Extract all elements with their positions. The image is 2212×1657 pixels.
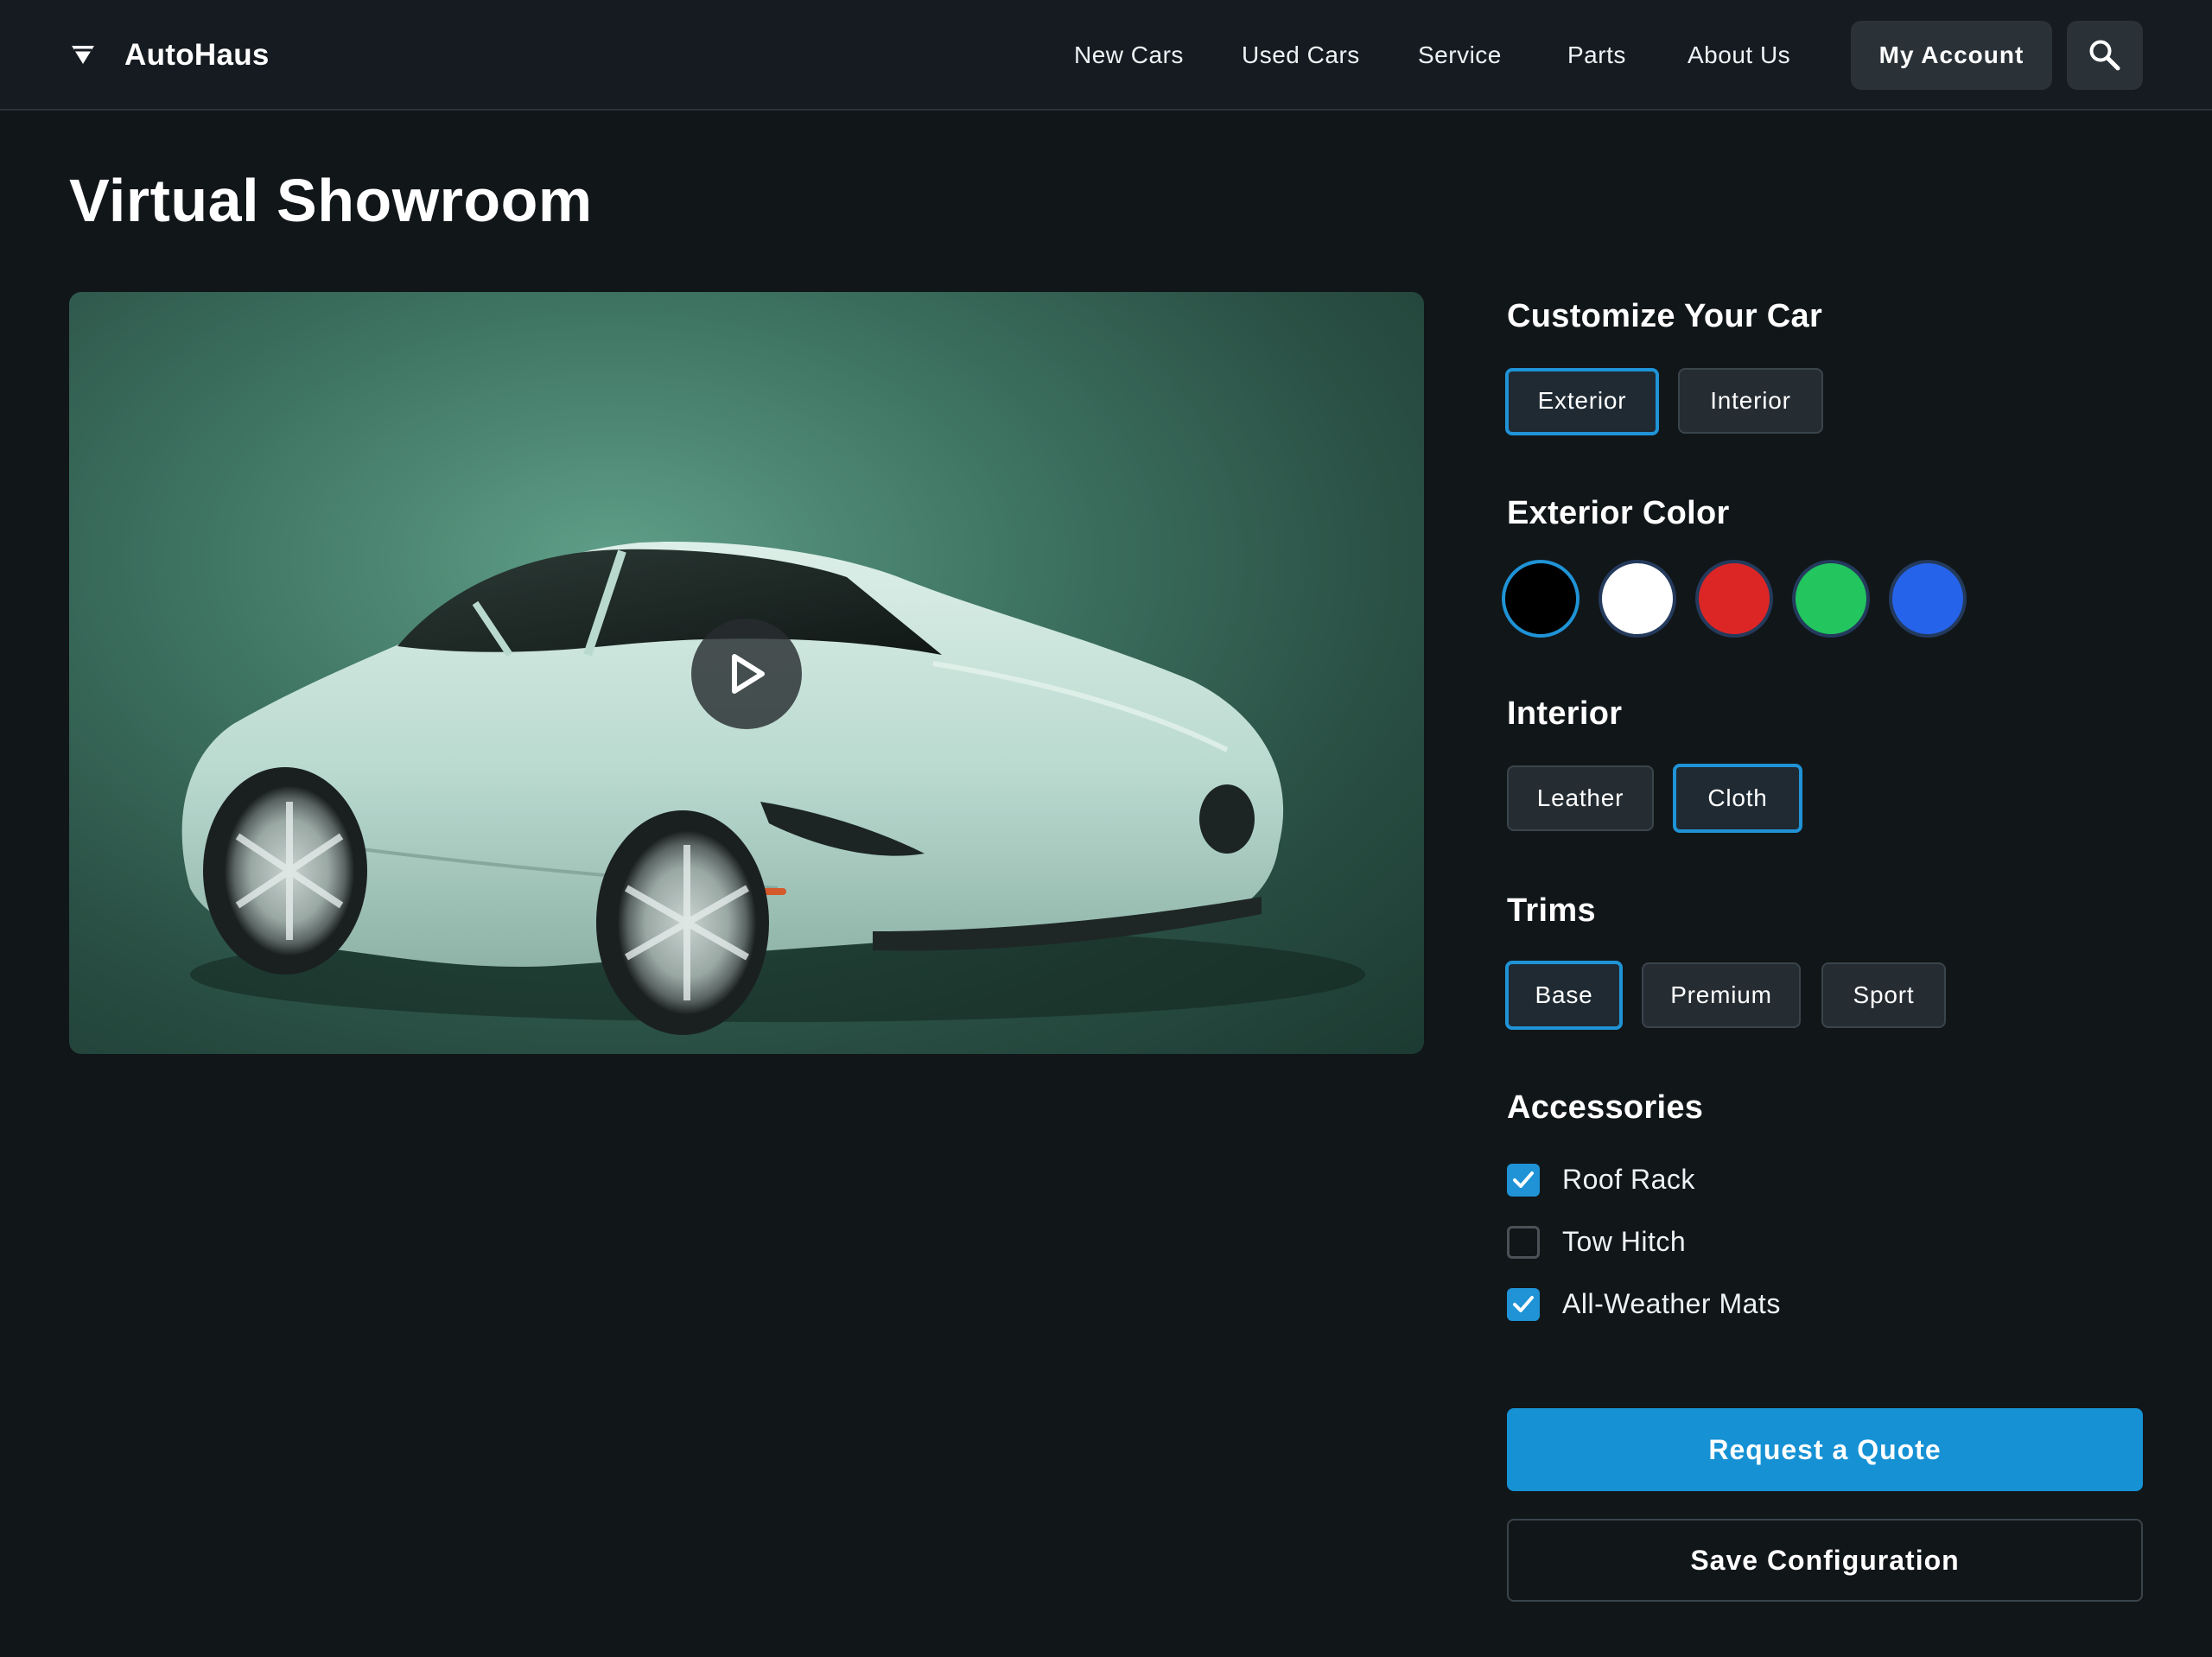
interior-cloth-option[interactable]: Cloth (1673, 764, 1802, 833)
nav-about-us[interactable]: About Us (1688, 35, 1790, 76)
swatch-white[interactable] (1599, 560, 1676, 638)
swatch-green[interactable] (1792, 560, 1870, 638)
swatch-blue[interactable] (1889, 560, 1967, 638)
nav-service[interactable]: Service (1418, 35, 1502, 76)
interior-leather-option[interactable]: Leather (1507, 765, 1654, 831)
trim-sport-option[interactable]: Sport (1821, 962, 1946, 1028)
request-quote-button[interactable]: Request a Quote (1507, 1408, 2143, 1491)
trim-premium-option[interactable]: Premium (1642, 962, 1801, 1028)
interior-title: Interior (1507, 695, 1623, 732)
top-navbar: AutoHaus New Cars Used Cars Service Part… (0, 0, 2212, 111)
tow-hitch-checkbox[interactable] (1507, 1226, 1540, 1259)
tab-interior[interactable]: Interior (1678, 368, 1823, 434)
tow-hitch-label[interactable]: Tow Hitch (1562, 1222, 1686, 1260)
all-weather-mats-label[interactable]: All-Weather Mats (1562, 1285, 1781, 1323)
brand-name[interactable]: AutoHaus (124, 35, 270, 76)
nav-new-cars[interactable]: New Cars (1074, 35, 1184, 76)
diamond-cone-icon[interactable] (69, 40, 97, 67)
swatch-black[interactable] (1502, 560, 1580, 638)
save-configuration-button[interactable]: Save Configuration (1507, 1519, 2143, 1602)
nav-used-cars[interactable]: Used Cars (1242, 35, 1360, 76)
roof-rack-label[interactable]: Roof Rack (1562, 1160, 1695, 1198)
swatch-red[interactable] (1695, 560, 1773, 638)
roof-rack-checkbox[interactable] (1507, 1164, 1540, 1197)
my-account-button[interactable]: My Account (1851, 21, 2052, 90)
trim-base-option[interactable]: Base (1505, 961, 1623, 1030)
all-weather-mats-checkbox[interactable] (1507, 1288, 1540, 1321)
exterior-color-title: Exterior Color (1507, 495, 1730, 531)
page-title: Virtual Showroom (69, 167, 593, 234)
checkmark-icon (1513, 1296, 1534, 1312)
trims-title: Trims (1507, 892, 1596, 929)
accessories-title: Accessories (1507, 1089, 1704, 1126)
nav-parts[interactable]: Parts (1567, 35, 1626, 76)
car-viewer[interactable] (69, 292, 1424, 1054)
customize-title: Customize Your Car (1507, 298, 1823, 334)
checkmark-icon (1513, 1171, 1534, 1188)
search-icon (2089, 40, 2120, 71)
play-icon (732, 654, 765, 694)
tab-exterior[interactable]: Exterior (1505, 368, 1659, 435)
play-button[interactable] (691, 619, 802, 729)
search-button[interactable] (2067, 21, 2143, 90)
